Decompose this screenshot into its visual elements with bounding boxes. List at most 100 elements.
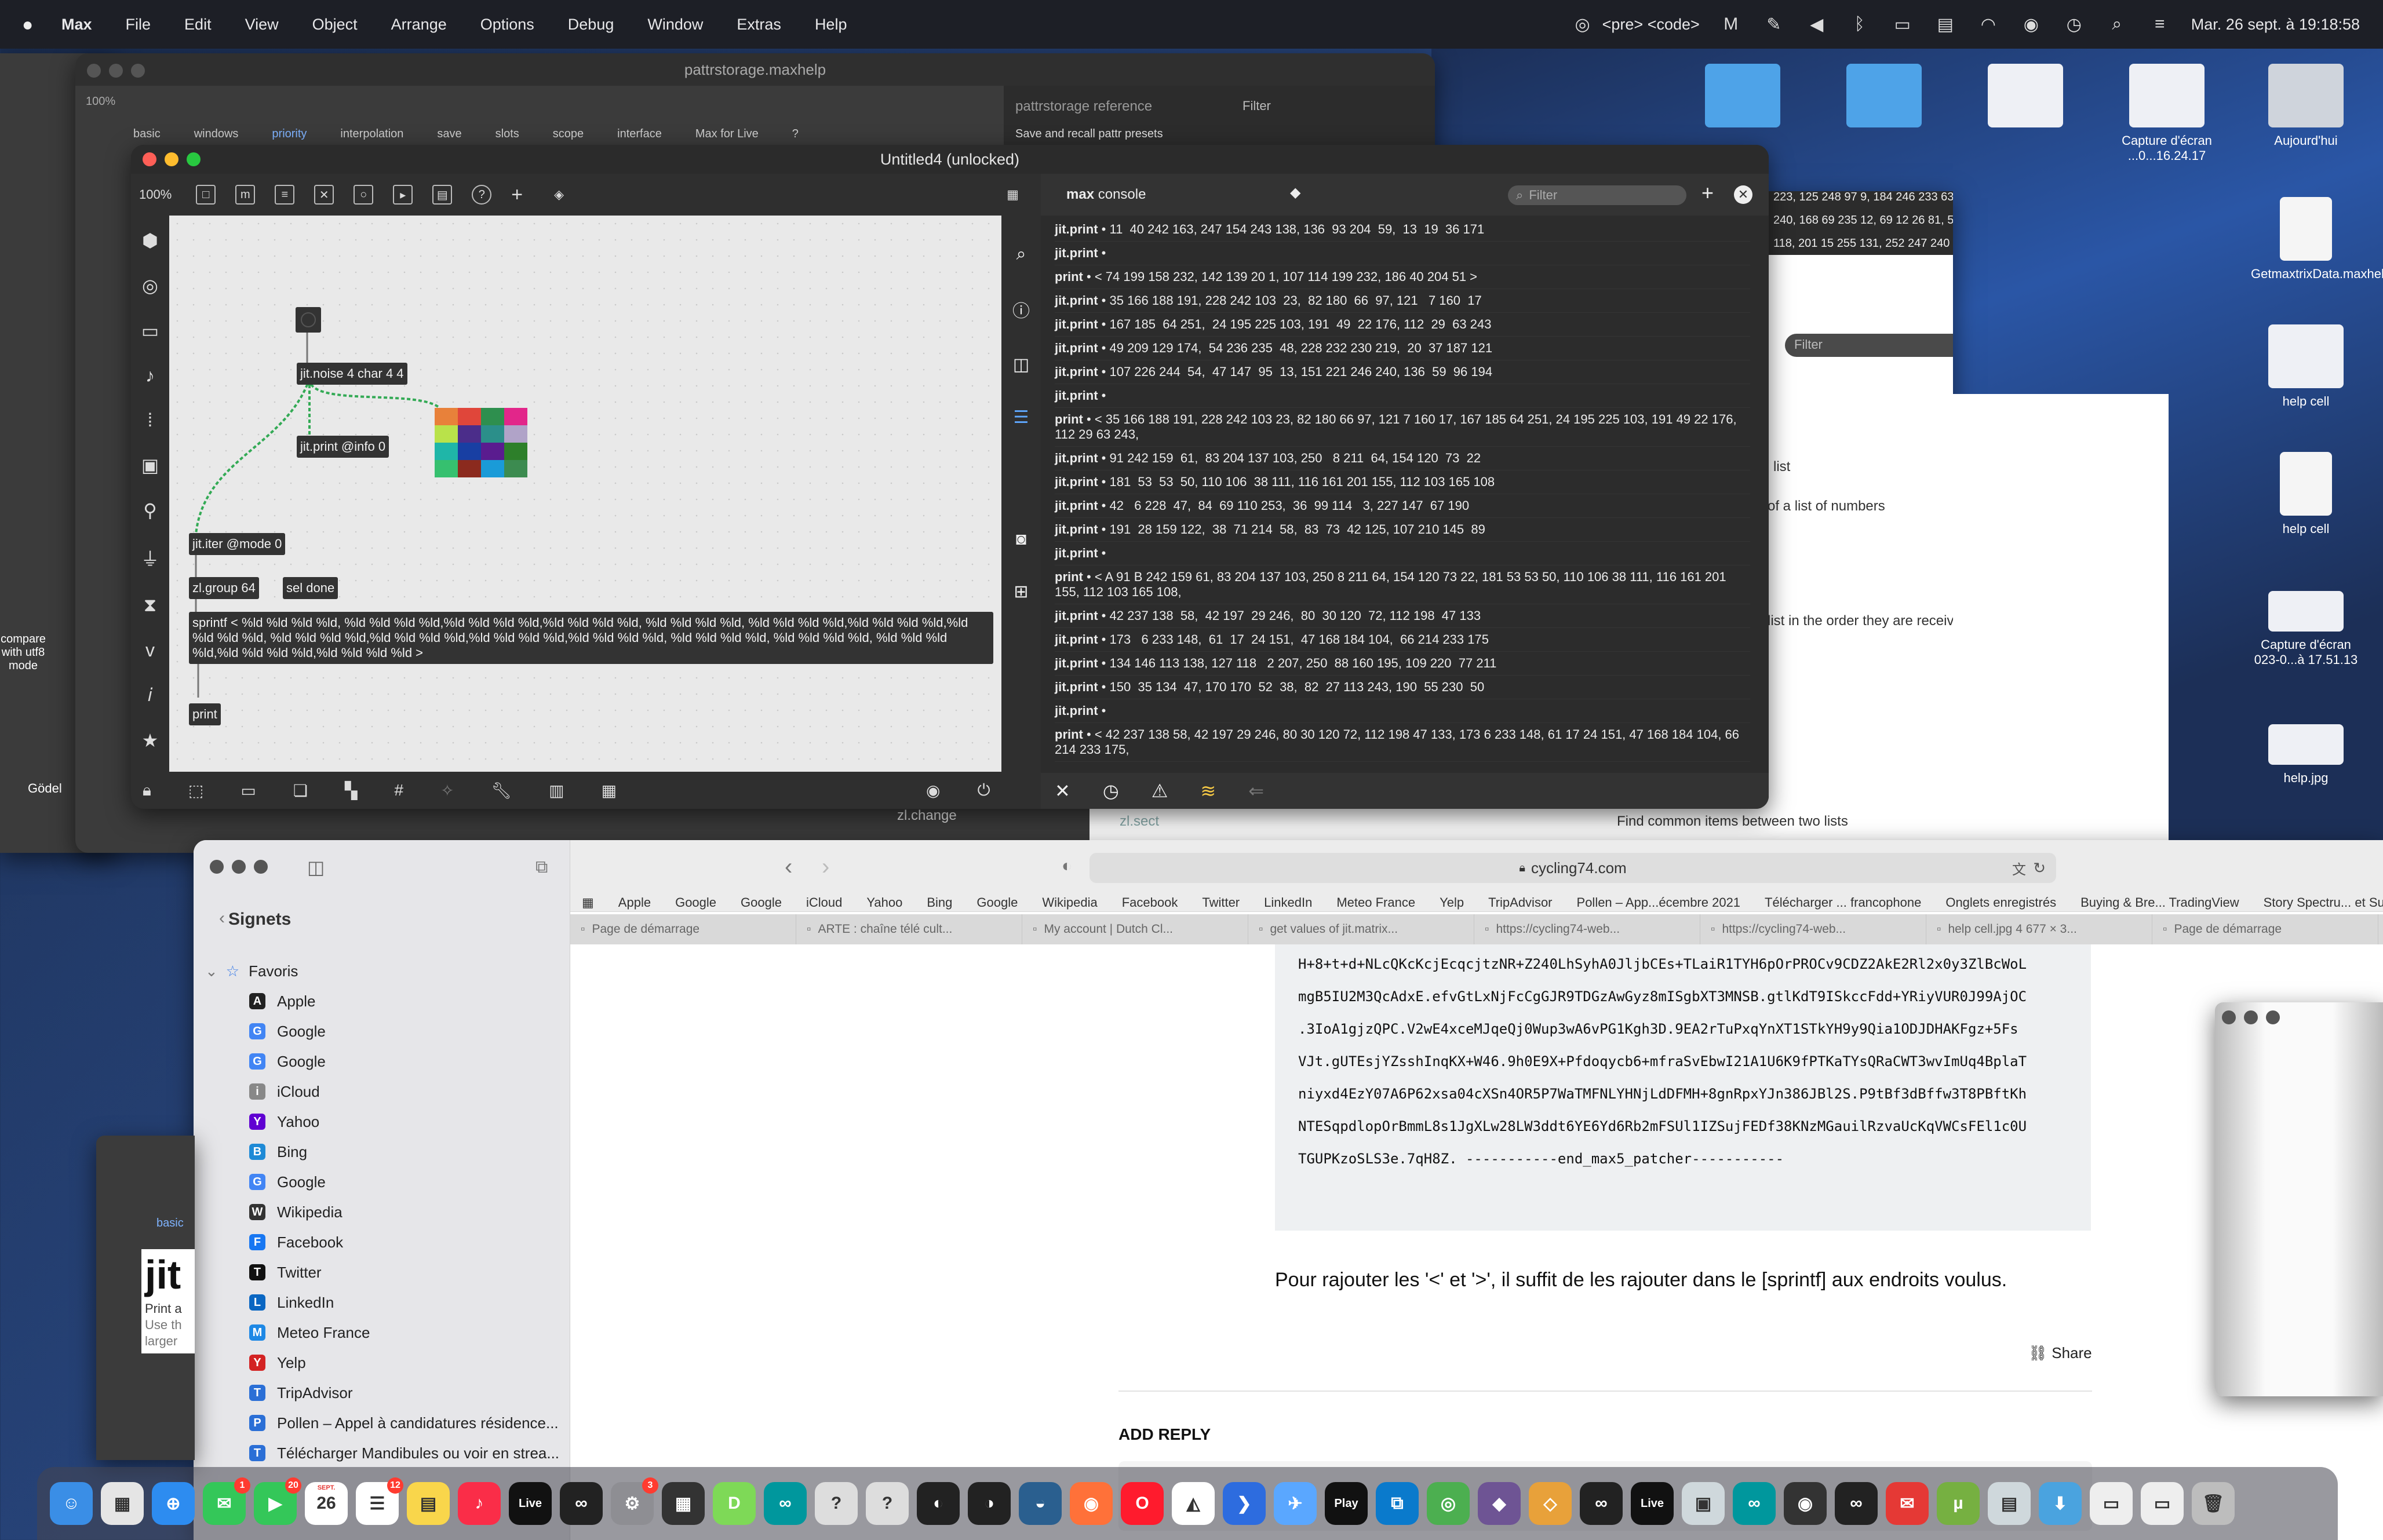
favorites-bar-item[interactable]: Meteo France	[1336, 895, 1415, 910]
dock-firefox-icon[interactable]: ◉	[1070, 1482, 1113, 1525]
desktop-help-cell-doc[interactable]: help cell	[2251, 452, 2361, 537]
sel-done-object[interactable]: sel done	[283, 577, 338, 599]
help-tab-interface[interactable]: interface	[617, 127, 662, 141]
help-tab-windows[interactable]: windows	[194, 127, 239, 141]
favorites-bar-item[interactable]: Twitter	[1202, 895, 1240, 910]
console-pin-icon[interactable]: ◆	[1290, 184, 1300, 201]
tab-overview-icon[interactable]: ⧉	[535, 857, 548, 877]
battery-icon[interactable]: ▭	[1891, 13, 1914, 36]
dock-app-7-icon[interactable]: ◇	[1529, 1482, 1572, 1525]
help-tab-max-for-live[interactable]: Max for Live	[695, 127, 759, 141]
privacy-shield-icon[interactable]: ◐	[1062, 856, 1072, 876]
circle-icon[interactable]: ◎	[142, 275, 158, 297]
pre-code-label[interactable]: <pre> <code>	[1602, 16, 1700, 34]
favorites-bar-item[interactable]: Google	[976, 895, 1018, 910]
desktop-help-cell-img[interactable]: help cell	[2251, 324, 2361, 409]
bookmark-item[interactable]: Y Yelp	[205, 1348, 564, 1378]
snapshot-icon[interactable]: ◙	[1016, 530, 1026, 549]
help-tab-priority[interactable]: priority	[272, 127, 307, 141]
favorites-bar-item[interactable]: LinkedIn	[1264, 895, 1312, 910]
favorites-bar-item[interactable]: Télécharger ... francophone	[1765, 895, 1921, 910]
reload-icon[interactable]: ↻	[2033, 859, 2046, 877]
disclosure-chevron-icon[interactable]: ⌄	[205, 962, 218, 980]
control-center-icon[interactable]: ≡	[2148, 13, 2171, 36]
bookmark-item[interactable]: M Meteo France	[205, 1318, 564, 1348]
dock-doc-stack-icon[interactable]: ▭	[2090, 1482, 2133, 1525]
zl-sect-label[interactable]: zl.sect	[1120, 813, 1159, 830]
help-tab-slots[interactable]: slots	[495, 127, 519, 141]
user-icon[interactable]: ◉	[2020, 13, 2043, 36]
paint-icon[interactable]: ◈	[554, 187, 564, 202]
dock-max3-icon[interactable]: ∞	[1835, 1482, 1878, 1525]
pre-code-extension-icon[interactable]: ◎	[1571, 13, 1594, 36]
dock-app-6-icon[interactable]: ✈	[1274, 1482, 1317, 1525]
menu-arrange[interactable]: Arrange	[391, 16, 447, 34]
audio-play-icon[interactable]: ◉	[926, 781, 940, 800]
desktop-getmatrix[interactable]: GetmaxtrixData.maxhelp	[2251, 197, 2383, 282]
dock-utorrent-icon[interactable]: µ	[1937, 1482, 1980, 1525]
favorites-bar-item[interactable]: Google	[741, 895, 782, 910]
share-link[interactable]: ⛓ Share	[2028, 1344, 2092, 1362]
console-timestamp-icon[interactable]: ◷	[1103, 780, 1119, 802]
minimize-button[interactable]	[165, 152, 178, 166]
favorites-bar-item[interactable]: Yahoo	[866, 895, 902, 910]
wrench-icon[interactable]: 🔧︎	[491, 781, 512, 800]
dock-trash-icon[interactable]: 🗑	[2192, 1482, 2235, 1525]
zoom-level[interactable]: 100%	[139, 187, 172, 202]
bars-icon[interactable]: ▥	[549, 781, 564, 800]
sidebar-toggle-icon[interactable]: ◫	[307, 856, 325, 878]
help-tab-basic[interactable]: basic	[133, 127, 161, 141]
keyboard-icon[interactable]: ▤	[1934, 13, 1957, 36]
dock-system-settings-icon[interactable]: ⚙ 3	[611, 1477, 658, 1525]
bookmark-item[interactable]: i iCloud	[205, 1076, 564, 1107]
volume-icon[interactable]: ◀	[1805, 13, 1828, 36]
menu-edit[interactable]: Edit	[184, 16, 212, 34]
italic-icon[interactable]: 𝑖	[148, 684, 152, 706]
dock-max-icon[interactable]: ∞	[560, 1482, 603, 1525]
dock-app-4-icon[interactable]: ◭	[1172, 1482, 1215, 1525]
favorites-bar-item[interactable]: Facebook	[1122, 895, 1178, 910]
bg-jit-basic-tab[interactable]: basic	[156, 1217, 184, 1230]
cube-icon[interactable]: ⬢	[142, 229, 158, 251]
dock-launchpad-icon[interactable]: ▦	[101, 1482, 144, 1525]
comment-bubble-icon[interactable]: ▭	[241, 781, 256, 800]
jit-print-info-object[interactable]: jit.print @info 0	[297, 436, 389, 458]
bang-object[interactable]	[296, 307, 321, 333]
menu-max[interactable]: Max	[61, 16, 92, 34]
malwarebytes-icon[interactable]: M	[1719, 13, 1743, 36]
new-object-icon[interactable]: □	[196, 185, 216, 205]
sequence-icon[interactable]: ⁞	[148, 410, 153, 431]
bookmark-item[interactable]: T Twitter	[205, 1257, 564, 1287]
info-icon[interactable]: ⓘ	[1012, 297, 1030, 322]
bookmark-item[interactable]: T Télécharger Mandibules ou voir en strea…	[205, 1438, 564, 1468]
bookmark-item[interactable]: G Google	[205, 1046, 564, 1076]
dock-facetime-icon[interactable]: ▶ 20	[254, 1477, 301, 1525]
magic-icon[interactable]: ✧	[440, 781, 454, 800]
split-view-icon[interactable]: ◫	[1013, 355, 1029, 375]
address-bar[interactable]: 🔒︎ cycling74.com 文 ↻	[1090, 853, 2056, 883]
favorites-bar-item[interactable]: Story Spectru... et Surf	[2264, 895, 2383, 910]
dock-live-icon[interactable]: Live	[509, 1482, 552, 1525]
reference-filter[interactable]: Filter	[1242, 98, 1271, 114]
console-add-icon[interactable]: +	[1701, 181, 1714, 205]
link-icon[interactable]: ⚲	[143, 499, 156, 521]
star-icon[interactable]: ★	[142, 729, 159, 751]
dock-play-icon[interactable]: Play	[1325, 1482, 1368, 1525]
jit-pwindow-matrix[interactable]	[435, 408, 527, 477]
browser-tab[interactable]: ▫ My account | Dutch Cl...	[1022, 914, 1248, 944]
desktop-folder-aujourdhui[interactable]: Aujourd'hui	[2251, 64, 2361, 148]
lock-icon[interactable]: 🔒︎	[143, 781, 151, 800]
dock-reminders-icon[interactable]: ☰ 12	[356, 1477, 403, 1525]
add-icon[interactable]: +	[511, 184, 523, 206]
sprintf-object[interactable]: sprintf < %ld %ld %ld %ld, %ld %ld %ld %…	[189, 612, 993, 664]
favorites-bar-item[interactable]: iCloud	[806, 895, 842, 910]
presentation-icon[interactable]: ⬚	[188, 781, 203, 800]
mixer-icon[interactable]: ⊞	[1014, 582, 1028, 602]
dock-vscode-icon[interactable]: ⧉	[1376, 1482, 1419, 1525]
bookmark-item[interactable]: Y Yahoo	[205, 1107, 564, 1137]
message-icon[interactable]: m	[235, 185, 256, 205]
dial-icon[interactable]: ?	[472, 185, 492, 205]
slider-icon[interactable]: ▤	[432, 185, 453, 205]
jit-iter-object[interactable]: jit.iter @mode 0	[189, 533, 286, 555]
favorites-group[interactable]: ⌄ ☆ Favoris	[205, 956, 564, 986]
